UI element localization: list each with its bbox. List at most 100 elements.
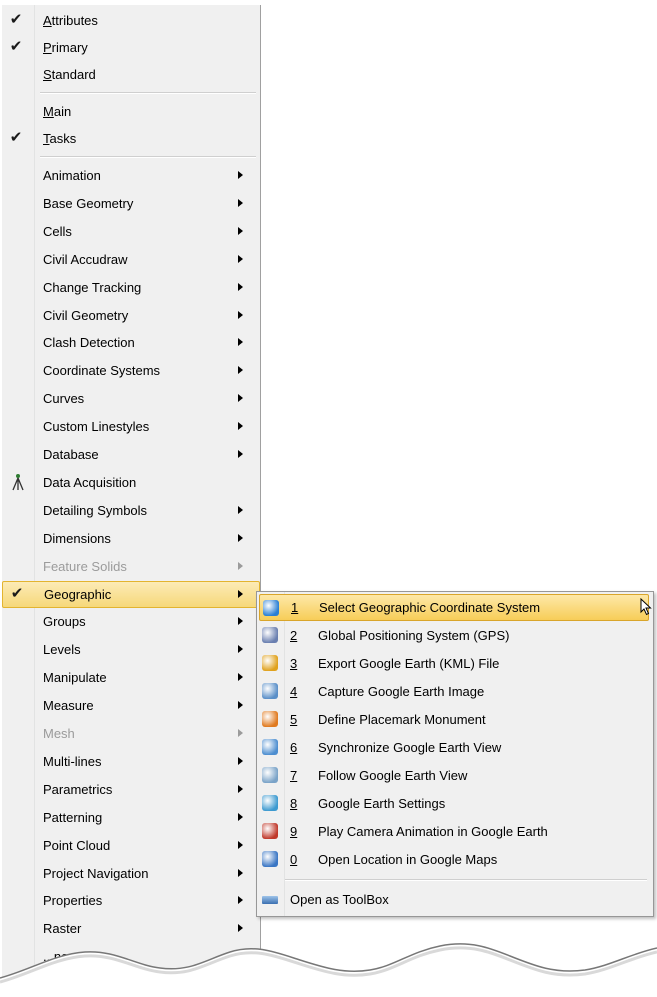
- menu-item-properties[interactable]: Properties: [2, 887, 260, 914]
- menu-item-civil-geometry[interactable]: Civil Geometry: [2, 302, 260, 329]
- submenu-arrow-icon: [238, 422, 243, 431]
- submenu-separator: [285, 879, 647, 881]
- menu-item-levels[interactable]: Levels: [2, 636, 260, 663]
- menu-item-label: Clash Detection: [43, 335, 135, 351]
- menu-item-label: Animation: [43, 168, 101, 183]
- placemark-icon: [262, 711, 278, 727]
- submenu-arrow-icon: [238, 868, 243, 877]
- menu-item-coordinate-systems[interactable]: Coordinate Systems: [2, 357, 260, 384]
- menu-item-multi-lines[interactable]: Multi-lines: [2, 748, 260, 775]
- capture-image-icon: [262, 683, 278, 699]
- menu-item-label: Groups: [43, 614, 86, 630]
- menu-item-curves[interactable]: Curves: [2, 385, 260, 412]
- submenu-item-label: Follow Google Earth View: [318, 768, 468, 783]
- menu-item-dimensions[interactable]: Dimensions: [2, 525, 260, 552]
- menu-item-animation[interactable]: Animation: [2, 162, 260, 189]
- menu-item-label: Parametrics: [43, 781, 113, 797]
- submenu-item-synchronize-google-earth-view[interactable]: 6 Synchronize Google Earth View: [259, 734, 649, 761]
- submenu-arrow-icon: [238, 645, 243, 654]
- menu-item-label: Measure: [43, 698, 94, 714]
- gps-satellite-icon: [262, 627, 278, 643]
- submenu-item-capture-google-earth-image[interactable]: 4 Capture Google Earth Image: [259, 678, 649, 705]
- menu-item-label: Levels: [43, 642, 81, 658]
- menu-item-measure[interactable]: Measure: [2, 692, 260, 719]
- menu-item-label: Patterning: [43, 809, 103, 825]
- menu-item-primary[interactable]: ✔ Primary: [2, 34, 260, 61]
- submenu-item-number: 7: [290, 768, 298, 783]
- menu-item-clash-detection[interactable]: Clash Detection: [2, 329, 260, 356]
- checkmark-icon: ✔: [9, 129, 23, 146]
- menu-item-custom-linestyles[interactable]: Custom Linestyles: [2, 413, 260, 440]
- menu-item-tasks[interactable]: ✔ Tasks: [2, 125, 260, 152]
- menu-item-parametrics[interactable]: Parametrics: [2, 776, 260, 803]
- submenu-item-google-earth-settings[interactable]: 8 Google Earth Settings: [259, 790, 649, 817]
- menu-item-data-acquisition[interactable]: Data Acquisition: [2, 469, 260, 496]
- submenu-item-label: Capture Google Earth Image: [318, 684, 485, 699]
- submenu-item-number: 1: [291, 600, 299, 615]
- menu-item-civil-accudraw[interactable]: Civil Accudraw: [2, 246, 260, 273]
- menu-item-attributes[interactable]: ✔ Attributes: [2, 7, 260, 34]
- menu-item-project-navigation[interactable]: Project Navigation: [2, 860, 260, 887]
- submenu-item-define-placemark-monument[interactable]: 5 Define Placemark Monument: [259, 706, 649, 733]
- menu-item-label: Point Cloud: [43, 837, 111, 853]
- submenu-item-label: Define Placemark Monument: [318, 712, 486, 727]
- menu-item-groups[interactable]: Groups: [2, 608, 260, 635]
- menu-item-cells[interactable]: Cells: [2, 218, 260, 245]
- submenu-arrow-icon: [238, 533, 243, 542]
- menu-item-standard[interactable]: Standard: [2, 61, 260, 88]
- menu-item-label: Curves: [43, 391, 85, 407]
- menu-item-label: Feature Solids: [43, 558, 127, 574]
- menu-separator: [40, 92, 256, 94]
- google-maps-icon: [262, 851, 278, 867]
- menu-item-label: Dimensions: [43, 530, 111, 546]
- menu-item-detailing-symbols[interactable]: Detailing Symbols: [2, 497, 260, 524]
- menu-item-database[interactable]: Database: [2, 441, 260, 468]
- submenu-item-play-camera-animation-in-google-earth[interactable]: 9 Play Camera Animation in Google Earth: [259, 818, 649, 845]
- menu-item-label: Base Geometry: [43, 195, 134, 211]
- checkmark-icon: ✔: [10, 584, 24, 602]
- menu-item-base-geometry[interactable]: Base Geometry: [2, 190, 260, 217]
- sync-view-icon: [262, 739, 278, 755]
- submenu-item-label: Google Earth Settings: [318, 796, 446, 811]
- submenu-arrow-icon: [238, 226, 243, 235]
- globe-icon: [263, 600, 279, 616]
- submenu-arrow-icon: [238, 254, 243, 263]
- menu-item-change-tracking[interactable]: Change Tracking: [2, 274, 260, 301]
- menu-item-label: Standard: [43, 67, 96, 82]
- submenu-item-follow-google-earth-view[interactable]: 7 Follow Google Earth View: [259, 762, 649, 789]
- submenu-item-global-positioning-system-gps[interactable]: 2 Global Positioning System (GPS): [259, 622, 649, 649]
- menu-item-label: Coordinate Systems: [43, 363, 161, 379]
- toolbars-context-menu: ✔ Attributes ✔ Primary Standard Main ✔ Tasks Ani…: [2, 5, 261, 997]
- menu-item-patterning[interactable]: Patterning: [2, 804, 260, 831]
- menu-item-geographic[interactable]: ✔ Geographic: [2, 580, 260, 608]
- survey-tripod-icon: [12, 473, 24, 491]
- submenu-item-select-geographic-coordinate-system[interactable]: 1 Select Geographic Coordinate System: [259, 594, 649, 621]
- submenu-arrow-icon: [238, 450, 243, 458]
- menu-item-label: Geographic: [44, 586, 112, 602]
- submenu-arrow-icon: [238, 171, 243, 179]
- submenu-arrow-icon: [238, 896, 243, 905]
- submenu-item-number: 5: [290, 712, 298, 727]
- submenu-item-number: 8: [290, 796, 298, 811]
- settings-icon: [262, 795, 278, 811]
- open-as-toolbox-item[interactable]: Open as ToolBox: [259, 886, 649, 913]
- submenu-item-label: Select Geographic Coordinate System: [319, 600, 541, 615]
- submenu-item-export-google-earth-kml-file[interactable]: 3 Export Google Earth (KML) File: [259, 650, 649, 677]
- menu-item-manipulate[interactable]: Manipulate: [2, 664, 260, 691]
- menu-item-main[interactable]: Main: [2, 98, 260, 125]
- menu-item-label: Cells: [43, 223, 72, 239]
- submenu-arrow-icon: [238, 756, 243, 765]
- submenu-arrow-icon: [238, 589, 243, 598]
- submenu-item-label: Global Positioning System (GPS): [318, 628, 510, 643]
- camera-animation-icon: [262, 823, 278, 839]
- menu-item-label: Mesh: [43, 726, 75, 741]
- submenu-arrow-icon: [238, 282, 243, 291]
- menu-item-point-cloud[interactable]: Point Cloud: [2, 832, 260, 859]
- submenu-item-open-location-in-google-maps[interactable]: 0 Open Location in Google Maps: [259, 846, 649, 873]
- menu-item-label: Detailing Symbols: [43, 502, 148, 518]
- submenu-item-number: 6: [290, 740, 298, 755]
- menu-separator: [40, 156, 256, 158]
- submenu-arrow-icon: [238, 617, 243, 626]
- menu-item-label: Civil Geometry: [43, 307, 129, 323]
- submenu-arrow-icon: [238, 338, 243, 347]
